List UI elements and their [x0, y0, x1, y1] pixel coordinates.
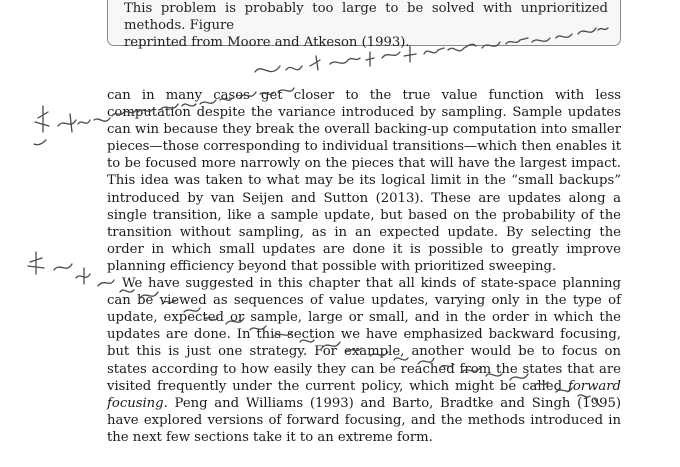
figure-caption-box: This problem is probably too large to be…	[107, 0, 621, 50]
caption-line-2: reprinted from Moore and Atkeson (1993).	[124, 35, 410, 50]
paragraph-2-text: We have suggested in this chapter that a…	[107, 276, 621, 394]
paragraph-1: can in many cases get closer to the true…	[107, 88, 621, 274]
document-body: can in many cases get closer to the true…	[107, 87, 621, 446]
paragraph-2-rest: . Peng and Williams (1993) and Barto, Br…	[107, 395, 621, 445]
caption-line-1: This problem is probably too large to be…	[124, 1, 608, 33]
paragraph-2: We have suggested in this chapter that a…	[107, 275, 621, 446]
figure-caption: This problem is probably too large to be…	[124, 0, 608, 51]
